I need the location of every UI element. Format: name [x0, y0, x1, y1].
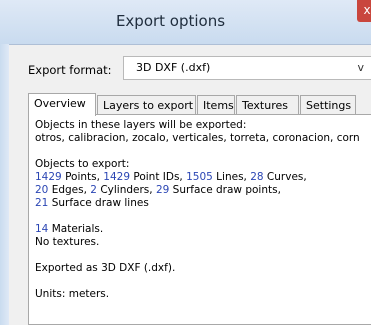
lines-count: 1505 — [186, 171, 213, 183]
tab-overview[interactable]: Overview — [28, 93, 96, 116]
title-bar: Export options x — [0, 0, 371, 45]
layers-heading: Objects in these layers will be exported… — [35, 119, 247, 131]
close-button[interactable]: x — [357, 0, 371, 22]
cylinders-count: 2 — [90, 184, 97, 196]
export-format-value: 3D DXF (.dxf) — [136, 61, 211, 74]
close-icon: x — [363, 3, 371, 17]
cylinders-label: Cylinders, — [96, 184, 156, 196]
surface-lines-count: 21 — [35, 197, 49, 209]
tab-label: Settings — [306, 99, 352, 112]
export-format-select[interactable]: 3D DXF (.dxf) v — [123, 56, 371, 80]
overview-panel: Objects in these layers will be exported… — [28, 114, 371, 325]
lines-label: Lines, — [212, 171, 251, 183]
tab-label: Items — [203, 99, 234, 112]
materials-label: Materials. — [48, 223, 104, 235]
materials-count: 14 — [35, 223, 49, 235]
objects-line-3: 21 Surface draw lines — [35, 197, 371, 210]
exported-as-line: Exported as 3D DXF (.dxf). — [35, 262, 176, 274]
edges-count: 20 — [35, 184, 49, 196]
tab-settings[interactable]: Settings — [300, 95, 356, 115]
points-label: Points, — [61, 171, 104, 183]
window-title: Export options — [115, 12, 226, 30]
curves-label: Curves, — [263, 171, 307, 183]
tab-layers-to-export[interactable]: Layers to export — [97, 95, 196, 115]
objects-line-2: 20 Edges, 2 Cylinders, 29 Surface draw p… — [35, 184, 371, 197]
curves-count: 28 — [250, 171, 264, 183]
tab-textures[interactable]: Textures — [236, 95, 299, 115]
layers-list: otros, calibracion, zocalo, verticales, … — [35, 132, 360, 144]
tab-label: Layers to export — [103, 99, 194, 112]
tab-label: Textures — [242, 99, 288, 112]
tab-label: Overview — [34, 97, 86, 110]
objects-heading: Objects to export: — [35, 158, 130, 170]
objects-line-1: 1429 Points, 1429 Point IDs, 1505 Lines,… — [35, 171, 371, 184]
point-ids-label: Point IDs, — [130, 171, 187, 183]
textures-line: No textures. — [35, 236, 100, 248]
tab-items[interactable]: Items — [197, 95, 235, 115]
edges-label: Edges, — [48, 184, 91, 196]
export-format-label: Export format: — [28, 63, 112, 77]
surface-points-label: Surface draw points, — [169, 184, 281, 196]
point-ids-count: 1429 — [103, 171, 131, 183]
materials-line: 14 Materials. — [35, 223, 371, 236]
surface-points-count: 29 — [155, 184, 170, 196]
overview-text: Objects in these layers will be exported… — [35, 119, 371, 301]
points-count: 1429 — [35, 171, 62, 183]
surface-lines-label: Surface draw lines — [48, 197, 149, 209]
units-line: Units: meters. — [35, 288, 110, 300]
chevron-down-icon: v — [357, 61, 364, 74]
window-frame — [0, 44, 9, 325]
